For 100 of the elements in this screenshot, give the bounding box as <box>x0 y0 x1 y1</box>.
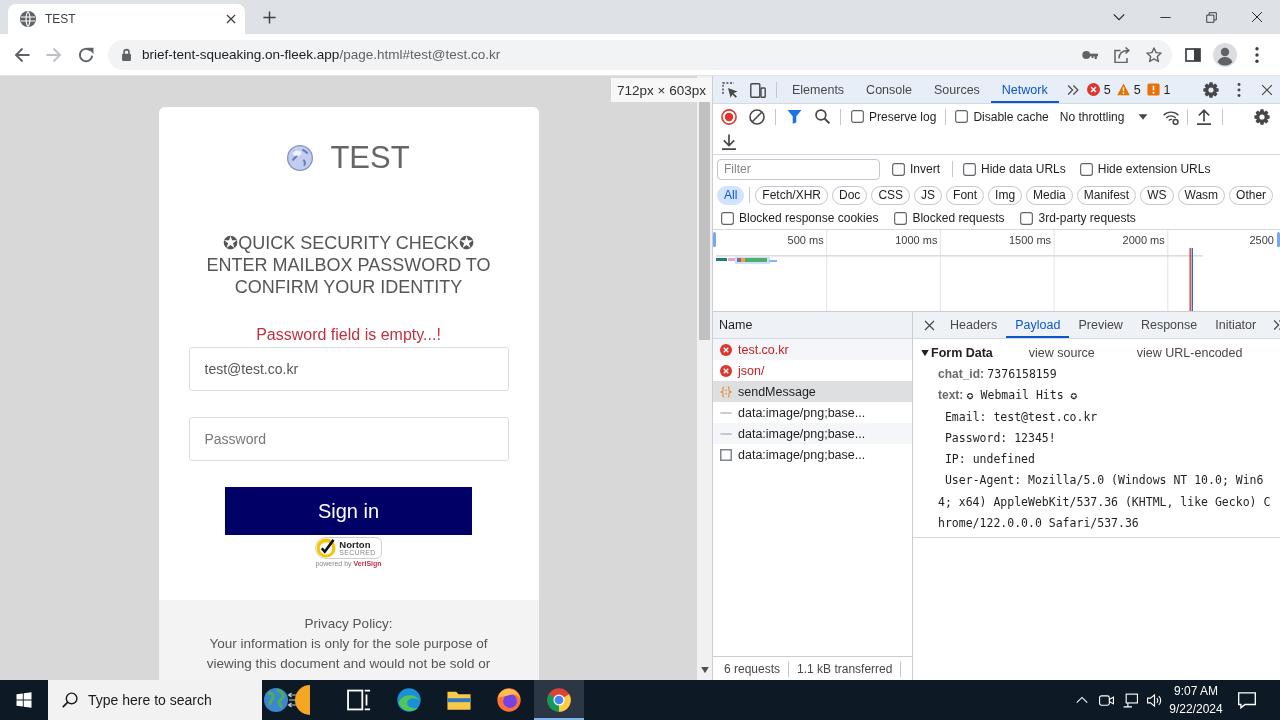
type-filter-button[interactable]: All <box>717 185 745 205</box>
type-filter-button[interactable]: JS <box>914 185 943 205</box>
address-bar[interactable]: brief-tent-squeaking.on-fleek.app/page.html#test@test.co.kr <box>108 39 1172 70</box>
filter-icon[interactable] <box>786 109 802 124</box>
checkbox[interactable] <box>721 211 734 225</box>
download-icon[interactable] <box>721 133 737 150</box>
devtools-tab[interactable]: Elements <box>781 76 856 103</box>
more-tabs-icon[interactable] <box>1066 83 1079 96</box>
type-filter-button[interactable]: Media <box>1026 185 1073 205</box>
payload-view-link[interactable]: view source <box>1028 346 1095 360</box>
checkbox[interactable] <box>963 162 976 176</box>
close-icon[interactable] <box>923 319 935 331</box>
clock-date[interactable]: 9/22/2024 <box>1169 700 1223 718</box>
device-toolbar-icon[interactable] <box>750 81 766 98</box>
type-filter-button[interactable]: WS <box>1140 185 1174 205</box>
checkbox-label[interactable]: Disable cache <box>973 109 1049 124</box>
clock-time[interactable]: 9:07 AM <box>1174 682 1218 700</box>
type-filter-button[interactable]: Font <box>946 185 985 205</box>
email-field[interactable]: test@test.co.kr <box>188 347 509 391</box>
reload-icon[interactable] <box>78 46 94 63</box>
scroll-down-icon[interactable] <box>700 666 709 674</box>
checkbox-label[interactable]: 3rd-party requests <box>1038 211 1136 225</box>
request-row[interactable]: data:image/png;base... <box>713 423 912 444</box>
detail-tab[interactable]: Preview <box>1069 312 1132 338</box>
issue-icon[interactable] <box>1146 83 1160 96</box>
type-filter-button[interactable]: Other <box>1229 185 1274 205</box>
warning-count[interactable]: 5 <box>1133 82 1141 97</box>
column-header[interactable]: Name <box>713 312 912 339</box>
request-row[interactable]: data:image/png;base... <box>713 444 912 465</box>
sidebar-icon[interactable] <box>1185 46 1201 63</box>
throttling-dropdown[interactable]: No throttling <box>1059 109 1149 124</box>
caret-icon[interactable] <box>1138 111 1149 122</box>
checkbox[interactable] <box>894 211 908 225</box>
checkbox-label[interactable]: Blocked requests <box>912 211 1005 225</box>
request-row[interactable]: data:image/png;base... <box>713 402 912 423</box>
checkbox-label[interactable]: Hide data URLs <box>981 162 1066 176</box>
share-icon[interactable] <box>1114 46 1130 63</box>
chevron-up-icon[interactable] <box>1076 694 1088 706</box>
checkbox[interactable] <box>1079 162 1093 176</box>
checkbox[interactable] <box>1020 211 1034 225</box>
inspect-icon[interactable] <box>722 81 738 98</box>
type-filter-button[interactable]: Doc <box>832 185 868 205</box>
checkbox-label[interactable]: Blocked response cookies <box>739 211 879 225</box>
video-camera-icon[interactable] <box>1098 692 1114 708</box>
type-filter-button[interactable]: Wasm <box>1177 185 1226 205</box>
settings-icon[interactable] <box>1202 81 1219 98</box>
clear-icon[interactable] <box>749 108 765 125</box>
monitor-icon[interactable] <box>1122 692 1138 708</box>
speaker-icon[interactable] <box>1146 692 1162 708</box>
request-row[interactable]: test.co.kr <box>713 339 912 360</box>
password-field[interactable]: Password <box>188 417 509 461</box>
detail-tab[interactable]: Headers <box>941 312 1007 338</box>
restore-icon[interactable] <box>1205 11 1217 23</box>
devtools-tab[interactable]: Console <box>855 76 923 103</box>
range-handle[interactable] <box>713 232 716 247</box>
chevron-down-icon[interactable] <box>1113 11 1125 23</box>
checkbox-label[interactable]: Hide extension URLs <box>1097 162 1211 176</box>
record-icon[interactable] <box>721 108 737 125</box>
checkbox[interactable] <box>955 110 969 123</box>
type-filter-button[interactable]: Manifest <box>1076 185 1137 205</box>
checkbox-label[interactable]: Preserve log <box>869 109 937 124</box>
type-filter-button[interactable]: CSS <box>871 185 911 205</box>
warning-icon[interactable] <box>1116 83 1130 96</box>
back-arrow-icon[interactable] <box>14 46 30 63</box>
disclosure-triangle-icon[interactable] <box>921 349 929 357</box>
lock-icon[interactable] <box>120 48 133 61</box>
checkbox[interactable] <box>851 110 864 123</box>
close-icon[interactable] <box>1260 83 1273 96</box>
checkbox[interactable] <box>892 162 905 176</box>
error-count[interactable]: 5 <box>1103 82 1111 97</box>
search-field[interactable]: Type here to search <box>48 680 262 720</box>
sign-in-button[interactable]: Sign in <box>225 487 472 535</box>
request-row[interactable]: json/ <box>713 360 912 381</box>
section-title[interactable]: Form Data <box>931 346 993 360</box>
close-icon[interactable] <box>226 14 236 24</box>
issue-count[interactable]: 1 <box>1163 82 1171 97</box>
browser-tab[interactable]: TEST <box>8 4 245 34</box>
detail-tab[interactable]: Initiator <box>1206 312 1266 338</box>
star-icon[interactable] <box>1146 46 1162 63</box>
filter-field[interactable]: Filter <box>717 158 880 180</box>
checkbox-label[interactable]: Invert <box>910 162 940 176</box>
upload-icon[interactable] <box>1196 108 1213 125</box>
range-handle[interactable] <box>1277 232 1280 247</box>
settings-icon[interactable] <box>1254 108 1270 125</box>
devtools-tab[interactable]: Sources <box>923 76 991 103</box>
error-icon[interactable] <box>1086 83 1100 96</box>
search-icon[interactable] <box>814 109 830 124</box>
scrollbar-thumb[interactable] <box>699 100 710 340</box>
type-filter-button[interactable]: Img <box>988 185 1023 205</box>
detail-tab[interactable]: Response <box>1131 312 1207 338</box>
windows-logo-icon[interactable] <box>16 692 32 708</box>
detail-tab[interactable]: Payload <box>1006 312 1070 338</box>
close-icon[interactable] <box>1251 11 1263 23</box>
plus-icon[interactable] <box>263 10 276 24</box>
speech-bubble-icon[interactable] <box>1238 691 1256 709</box>
taskbar-button[interactable] <box>534 680 584 720</box>
payload-view-link[interactable]: view URL-encoded <box>1136 346 1243 360</box>
request-row[interactable]: sendMessage <box>713 381 912 402</box>
type-filter-button[interactable]: Fetch/XHR <box>755 185 829 205</box>
network-conditions-icon[interactable] <box>1163 108 1180 125</box>
